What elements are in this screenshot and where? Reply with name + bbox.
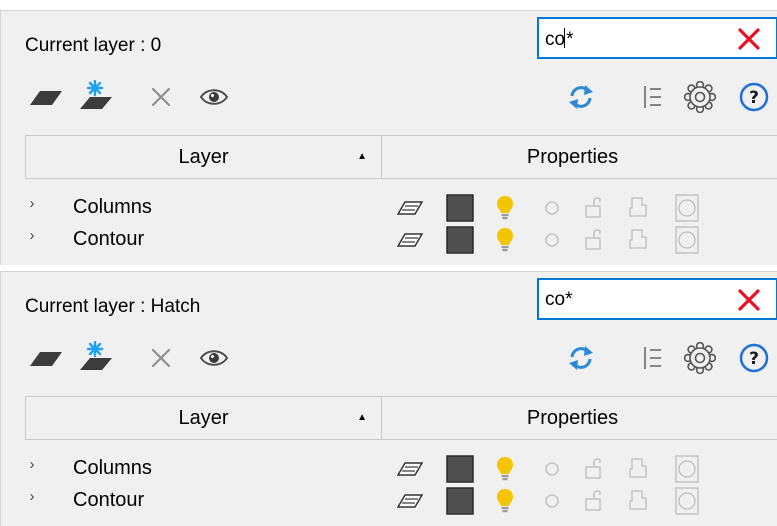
search-input-value-before-caret: co: [545, 29, 566, 50]
layer-search-input[interactable]: co*: [537, 278, 777, 320]
light-bulb-icon[interactable]: [493, 455, 517, 483]
current-layer-icon[interactable]: [395, 226, 425, 254]
layer-name: Contour: [73, 489, 145, 511]
column-header-layer[interactable]: Layer ▲: [26, 136, 382, 178]
column-header-properties-label: Properties: [526, 407, 619, 429]
layer-list-icon[interactable]: [637, 343, 667, 373]
color-swatch[interactable]: [446, 194, 474, 222]
layer-panel: Current layer : 0 co*? Layer ▲ Properties › Co…: [0, 10, 777, 265]
settings-icon[interactable]: [682, 342, 718, 374]
lock-icon[interactable]: [580, 194, 608, 222]
layer-grid-header: Layer ▲ Properties: [25, 396, 777, 440]
lock-icon[interactable]: [580, 455, 608, 483]
refresh-icon[interactable]: [564, 82, 598, 112]
plot-icon[interactable]: [625, 455, 651, 483]
plot-icon[interactable]: [625, 226, 651, 254]
current-layer-label: Current layer : Hatch: [25, 296, 201, 317]
column-header-properties[interactable]: Properties: [382, 136, 777, 178]
color-swatch[interactable]: [446, 487, 474, 515]
delete-layer-icon[interactable]: [146, 343, 176, 373]
freeze-icon[interactable]: [542, 487, 562, 515]
expand-chevron-icon[interactable]: ›: [25, 456, 39, 473]
transparency-icon[interactable]: [673, 455, 701, 483]
transparency-icon[interactable]: [673, 194, 701, 222]
layer-panel: Current layer : Hatch co*? Layer ▲ Propertie…: [0, 271, 777, 526]
search-input-value[interactable]: co*: [545, 289, 572, 311]
column-header-layer-label: Layer: [178, 146, 229, 168]
layer-row[interactable]: › Contour: [25, 486, 777, 517]
column-header-layer[interactable]: Layer ▲: [26, 397, 382, 439]
expand-chevron-icon[interactable]: ›: [25, 227, 39, 244]
color-swatch[interactable]: [446, 226, 474, 254]
freeze-icon[interactable]: [542, 226, 562, 254]
new-layer-icon[interactable]: [29, 82, 63, 112]
layer-manager-screenshot: Current layer : 0 co*? Layer ▲ Properties › Co…: [0, 0, 777, 526]
delete-layer-icon[interactable]: [146, 82, 176, 112]
plot-icon[interactable]: [625, 194, 651, 222]
new-layer-icon[interactable]: [29, 343, 63, 373]
color-swatch[interactable]: [446, 455, 474, 483]
search-input-value[interactable]: co*: [545, 28, 573, 51]
lock-icon[interactable]: [580, 487, 608, 515]
transparency-icon[interactable]: [673, 226, 701, 254]
current-layer-icon[interactable]: [395, 487, 425, 515]
svg-text:?: ?: [749, 349, 759, 369]
sort-ascending-icon: ▲: [357, 151, 367, 162]
layer-row[interactable]: › Columns: [25, 193, 777, 224]
light-bulb-icon[interactable]: [493, 194, 517, 222]
layer-list-icon[interactable]: [637, 82, 667, 112]
layer-row[interactable]: › Contour: [25, 225, 777, 256]
column-header-layer-label: Layer: [178, 407, 229, 429]
svg-text:?: ?: [749, 88, 759, 108]
plot-icon[interactable]: [625, 487, 651, 515]
sort-ascending-icon: ▲: [357, 412, 367, 423]
search-input-value-before-caret: co*: [545, 289, 573, 310]
current-layer-icon[interactable]: [395, 194, 425, 222]
eye-icon[interactable]: [197, 343, 231, 373]
freeze-icon[interactable]: [542, 455, 562, 483]
light-bulb-icon[interactable]: [493, 487, 517, 515]
layer-grid-header: Layer ▲ Properties: [25, 135, 777, 179]
layer-name: Contour: [73, 228, 145, 250]
eye-icon[interactable]: [197, 82, 231, 112]
layer-name: Columns: [73, 196, 152, 218]
expand-chevron-icon[interactable]: ›: [25, 488, 39, 505]
column-header-properties[interactable]: Properties: [382, 397, 777, 439]
expand-chevron-icon[interactable]: ›: [25, 195, 39, 212]
clear-search-icon[interactable]: [734, 24, 764, 54]
freeze-icon[interactable]: [542, 194, 562, 222]
current-layer-icon[interactable]: [395, 455, 425, 483]
settings-icon[interactable]: [682, 81, 718, 113]
column-header-properties-label: Properties: [526, 146, 619, 168]
current-layer-label: Current layer : 0: [25, 35, 162, 56]
search-input-value-after-caret: *: [566, 29, 574, 50]
clear-search-icon[interactable]: [734, 285, 764, 315]
lock-icon[interactable]: [580, 226, 608, 254]
light-bulb-icon[interactable]: [493, 226, 517, 254]
help-icon[interactable]: ?: [736, 343, 772, 373]
help-icon[interactable]: ?: [736, 82, 772, 112]
layer-row[interactable]: › Columns: [25, 454, 777, 485]
new-layer-vp-frozen-icon[interactable]: [79, 341, 113, 371]
new-layer-vp-frozen-icon[interactable]: [79, 80, 113, 110]
transparency-icon[interactable]: [673, 487, 701, 515]
layer-search-input[interactable]: co*: [537, 17, 777, 59]
layer-name: Columns: [73, 457, 152, 479]
text-caret: [564, 28, 566, 48]
refresh-icon[interactable]: [564, 343, 598, 373]
